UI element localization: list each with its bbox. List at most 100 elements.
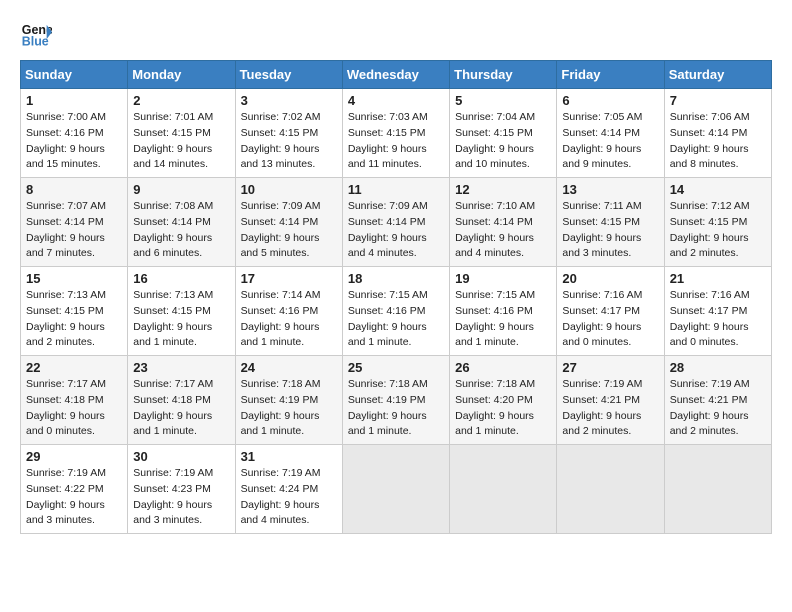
calendar-cell: 22 Sunrise: 7:17 AMSunset: 4:18 PMDayligh… xyxy=(21,356,128,445)
day-info: Sunrise: 7:06 AMSunset: 4:14 PMDaylight:… xyxy=(670,110,766,173)
day-info: Sunrise: 7:10 AMSunset: 4:14 PMDaylight:… xyxy=(455,199,551,262)
calendar-week-1: 1 Sunrise: 7:00 AMSunset: 4:16 PMDaylight… xyxy=(21,89,772,178)
day-number: 10 xyxy=(241,182,337,197)
day-number: 5 xyxy=(455,93,551,108)
day-number: 15 xyxy=(26,271,122,286)
day-info: Sunrise: 7:01 AMSunset: 4:15 PMDaylight:… xyxy=(133,110,229,173)
calendar-cell xyxy=(557,445,664,534)
day-number: 17 xyxy=(241,271,337,286)
day-info: Sunrise: 7:17 AMSunset: 4:18 PMDaylight:… xyxy=(133,377,229,440)
day-info: Sunrise: 7:00 AMSunset: 4:16 PMDaylight:… xyxy=(26,110,122,173)
day-info: Sunrise: 7:18 AMSunset: 4:19 PMDaylight:… xyxy=(348,377,444,440)
day-number: 13 xyxy=(562,182,658,197)
day-header-saturday: Saturday xyxy=(664,61,771,89)
calendar-cell: 11Sunrise: 7:09 AMSunset: 4:14 PMDayligh… xyxy=(342,178,449,267)
day-number: 22 xyxy=(26,360,122,375)
calendar-cell: 19 Sunrise: 7:15 AMSunset: 4:16 PMDayligh… xyxy=(450,267,557,356)
day-number: 1 xyxy=(26,93,122,108)
day-number: 27 xyxy=(562,360,658,375)
day-info: Sunrise: 7:13 AMSunset: 4:15 PMDaylight:… xyxy=(26,288,122,351)
calendar-cell: 30Sunrise: 7:19 AMSunset: 4:23 PMDayligh… xyxy=(128,445,235,534)
header: General Blue xyxy=(20,16,772,48)
day-info: Sunrise: 7:08 AMSunset: 4:14 PMDaylight:… xyxy=(133,199,229,262)
day-info: Sunrise: 7:15 AMSunset: 4:16 PMDaylight:… xyxy=(348,288,444,351)
day-number: 2 xyxy=(133,93,229,108)
calendar-cell: 17 Sunrise: 7:14 AMSunset: 4:16 PMDayligh… xyxy=(235,267,342,356)
day-info: Sunrise: 7:02 AMSunset: 4:15 PMDaylight:… xyxy=(241,110,337,173)
calendar-cell: 14Sunrise: 7:12 AMSunset: 4:15 PMDayligh… xyxy=(664,178,771,267)
day-number: 25 xyxy=(348,360,444,375)
day-header-thursday: Thursday xyxy=(450,61,557,89)
calendar-body: 1 Sunrise: 7:00 AMSunset: 4:16 PMDaylight… xyxy=(21,89,772,534)
day-header-sunday: Sunday xyxy=(21,61,128,89)
calendar-cell xyxy=(450,445,557,534)
day-number: 18 xyxy=(348,271,444,286)
day-header-monday: Monday xyxy=(128,61,235,89)
page: General Blue SundayMondayTuesdayWednesda… xyxy=(0,0,792,550)
calendar-cell: 25 Sunrise: 7:18 AMSunset: 4:19 PMDayligh… xyxy=(342,356,449,445)
day-number: 8 xyxy=(26,182,122,197)
day-info: Sunrise: 7:18 AMSunset: 4:20 PMDaylight:… xyxy=(455,377,551,440)
day-info: Sunrise: 7:18 AMSunset: 4:19 PMDaylight:… xyxy=(241,377,337,440)
calendar-cell: 21Sunrise: 7:16 AMSunset: 4:17 PMDayligh… xyxy=(664,267,771,356)
day-info: Sunrise: 7:14 AMSunset: 4:16 PMDaylight:… xyxy=(241,288,337,351)
day-info: Sunrise: 7:17 AMSunset: 4:18 PMDaylight:… xyxy=(26,377,122,440)
logo-icon: General Blue xyxy=(20,16,52,48)
day-number: 12 xyxy=(455,182,551,197)
calendar-cell: 26 Sunrise: 7:18 AMSunset: 4:20 PMDayligh… xyxy=(450,356,557,445)
calendar-header-row: SundayMondayTuesdayWednesdayThursdayFrid… xyxy=(21,61,772,89)
calendar-week-4: 22 Sunrise: 7:17 AMSunset: 4:18 PMDayligh… xyxy=(21,356,772,445)
day-header-wednesday: Wednesday xyxy=(342,61,449,89)
calendar-cell: 12 Sunrise: 7:10 AMSunset: 4:14 PMDayligh… xyxy=(450,178,557,267)
day-number: 28 xyxy=(670,360,766,375)
calendar-cell: 5 Sunrise: 7:04 AMSunset: 4:15 PMDaylight… xyxy=(450,89,557,178)
svg-text:Blue: Blue xyxy=(22,34,49,48)
day-info: Sunrise: 7:19 AMSunset: 4:23 PMDaylight:… xyxy=(133,466,229,529)
calendar-cell xyxy=(664,445,771,534)
day-info: Sunrise: 7:15 AMSunset: 4:16 PMDaylight:… xyxy=(455,288,551,351)
calendar-table: SundayMondayTuesdayWednesdayThursdayFrid… xyxy=(20,60,772,534)
calendar-cell: 10 Sunrise: 7:09 AMSunset: 4:14 PMDayligh… xyxy=(235,178,342,267)
calendar-cell: 1 Sunrise: 7:00 AMSunset: 4:16 PMDaylight… xyxy=(21,89,128,178)
day-number: 26 xyxy=(455,360,551,375)
day-info: Sunrise: 7:19 AMSunset: 4:21 PMDaylight:… xyxy=(562,377,658,440)
calendar-cell: 29Sunrise: 7:19 AMSunset: 4:22 PMDayligh… xyxy=(21,445,128,534)
day-info: Sunrise: 7:11 AMSunset: 4:15 PMDaylight:… xyxy=(562,199,658,262)
logo: General Blue xyxy=(20,16,52,48)
day-number: 21 xyxy=(670,271,766,286)
day-info: Sunrise: 7:12 AMSunset: 4:15 PMDaylight:… xyxy=(670,199,766,262)
day-info: Sunrise: 7:09 AMSunset: 4:14 PMDaylight:… xyxy=(348,199,444,262)
calendar-cell xyxy=(342,445,449,534)
calendar-cell: 2 Sunrise: 7:01 AMSunset: 4:15 PMDaylight… xyxy=(128,89,235,178)
calendar-week-2: 8 Sunrise: 7:07 AMSunset: 4:14 PMDaylight… xyxy=(21,178,772,267)
day-number: 23 xyxy=(133,360,229,375)
day-info: Sunrise: 7:05 AMSunset: 4:14 PMDaylight:… xyxy=(562,110,658,173)
day-number: 4 xyxy=(348,93,444,108)
calendar-cell: 28 Sunrise: 7:19 AMSunset: 4:21 PMDayligh… xyxy=(664,356,771,445)
day-info: Sunrise: 7:09 AMSunset: 4:14 PMDaylight:… xyxy=(241,199,337,262)
day-info: Sunrise: 7:19 AMSunset: 4:21 PMDaylight:… xyxy=(670,377,766,440)
day-number: 3 xyxy=(241,93,337,108)
day-number: 9 xyxy=(133,182,229,197)
day-number: 31 xyxy=(241,449,337,464)
calendar-cell: 9 Sunrise: 7:08 AMSunset: 4:14 PMDaylight… xyxy=(128,178,235,267)
calendar-week-5: 29Sunrise: 7:19 AMSunset: 4:22 PMDayligh… xyxy=(21,445,772,534)
calendar-cell: 24 Sunrise: 7:18 AMSunset: 4:19 PMDayligh… xyxy=(235,356,342,445)
calendar-cell: 27 Sunrise: 7:19 AMSunset: 4:21 PMDayligh… xyxy=(557,356,664,445)
calendar-cell: 6 Sunrise: 7:05 AMSunset: 4:14 PMDaylight… xyxy=(557,89,664,178)
day-number: 20 xyxy=(562,271,658,286)
day-header-tuesday: Tuesday xyxy=(235,61,342,89)
day-info: Sunrise: 7:16 AMSunset: 4:17 PMDaylight:… xyxy=(562,288,658,351)
day-number: 6 xyxy=(562,93,658,108)
day-info: Sunrise: 7:04 AMSunset: 4:15 PMDaylight:… xyxy=(455,110,551,173)
day-info: Sunrise: 7:07 AMSunset: 4:14 PMDaylight:… xyxy=(26,199,122,262)
day-info: Sunrise: 7:13 AMSunset: 4:15 PMDaylight:… xyxy=(133,288,229,351)
calendar-cell: 7Sunrise: 7:06 AMSunset: 4:14 PMDaylight… xyxy=(664,89,771,178)
day-number: 29 xyxy=(26,449,122,464)
day-number: 24 xyxy=(241,360,337,375)
day-info: Sunrise: 7:03 AMSunset: 4:15 PMDaylight:… xyxy=(348,110,444,173)
day-number: 19 xyxy=(455,271,551,286)
calendar-cell: 23 Sunrise: 7:17 AMSunset: 4:18 PMDayligh… xyxy=(128,356,235,445)
calendar-cell: 3 Sunrise: 7:02 AMSunset: 4:15 PMDaylight… xyxy=(235,89,342,178)
calendar-week-3: 15 Sunrise: 7:13 AMSunset: 4:15 PMDayligh… xyxy=(21,267,772,356)
